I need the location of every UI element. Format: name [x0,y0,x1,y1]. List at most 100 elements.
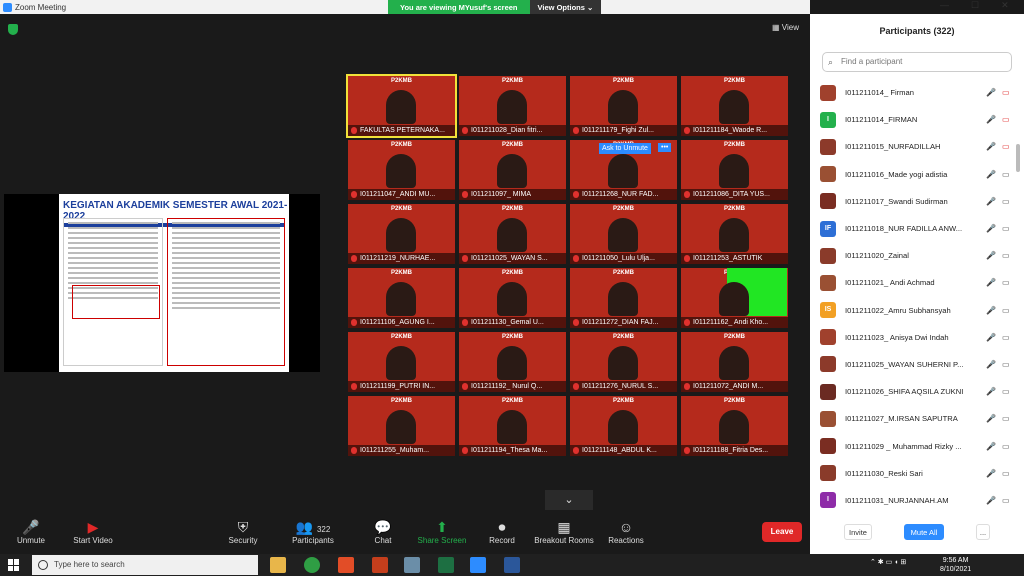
video-tile[interactable]: P2KMB I011211253_ASTUTIK [681,204,788,264]
breakout-rooms-button[interactable]: ▦ Breakout Rooms [532,518,596,545]
mic-muted-icon[interactable]: 🎤 [986,442,996,451]
mic-muted-icon[interactable]: 🎤 [986,224,996,233]
leave-button[interactable]: Leave [762,522,802,542]
view-options-button[interactable]: View Options ⌄ [529,0,602,14]
participant-row[interactable]: I011211021_ Andi Achmad 🎤 ▭ [820,269,1020,296]
mic-muted-icon[interactable]: 🎤 [986,469,996,478]
mic-muted-icon[interactable]: 🎤 [986,333,996,342]
mic-muted-icon[interactable]: 🎤 [986,387,996,396]
participant-row[interactable]: I011211023_ Anisya Dwi Indah 🎤 ▭ [820,324,1020,351]
mic-muted-icon[interactable]: 🎤 [986,142,996,151]
video-tile[interactable]: P2KMB I011211106_AGUNG I... [348,268,455,328]
file-explorer-icon[interactable] [270,557,286,573]
encryption-shield-icon[interactable] [8,24,18,35]
video-tile[interactable]: P2KMB FAKULTAS PETERNAKA... [346,74,457,138]
pdf-app-icon[interactable] [338,557,354,573]
camera-icon[interactable]: ▭ [1002,414,1010,423]
zoom-taskbar-icon[interactable] [470,557,486,573]
tile-more-button[interactable]: ••• [658,143,672,152]
video-tile[interactable]: P2KMB I011211179_Fighi Zul... [570,76,677,136]
video-tile[interactable]: P2KMB I011211047_ANDI MU... [348,140,455,200]
word-icon[interactable] [504,557,520,573]
mute-all-button[interactable]: Mute All [904,524,944,540]
camera-icon[interactable]: ▭ [1002,170,1010,179]
mic-muted-icon[interactable]: 🎤 [986,197,996,206]
video-tile[interactable]: P2KMB I011211097_ MIMA [459,140,566,200]
participant-row[interactable]: I011211016_Made yogi adistia 🎤 ▭ [820,161,1020,188]
windows-start-icon[interactable] [8,559,20,571]
video-tile[interactable]: P2KMB I011211025_WAYAN S... [459,204,566,264]
powerpoint-icon[interactable] [372,557,388,573]
excel-icon[interactable] [438,557,454,573]
record-button[interactable]: ⏺ Record [486,518,518,545]
mic-muted-icon[interactable]: 🎤 [986,170,996,179]
chat-button[interactable]: 💬 Chat [370,518,396,545]
ask-to-unmute-button[interactable]: Ask to Unmute [599,143,651,154]
participant-row[interactable]: I I011211014_FIRMAN 🎤 ▭ [820,106,1020,133]
video-tile[interactable]: P2KMB I011211086_DITA YUS... [681,140,788,200]
camera-icon[interactable]: ▭ [1002,469,1010,478]
mic-muted-icon[interactable]: 🎤 [986,278,996,287]
participant-row[interactable]: I011211014_ Firman 🎤 ▭ [820,79,1020,106]
minimize-button[interactable]: — [940,0,949,14]
more-options-button[interactable]: ... [976,524,990,540]
unmute-button[interactable]: 🎤 Unmute [14,518,48,545]
mic-muted-icon[interactable]: 🎤 [986,306,996,315]
video-tile[interactable]: P2KMB I011211072_ANDI M... [681,332,788,392]
camera-icon[interactable]: ▭ [1002,251,1010,260]
video-tile[interactable]: P2KMB I011211272_DIAN FAJ... [570,268,677,328]
participant-row[interactable]: I011211017_Swandi Sudirman 🎤 ▭ [820,188,1020,215]
video-tile[interactable]: P2KMBAsk to Unmute•••I011211268_NUR FAD.… [570,140,677,200]
participant-row[interactable]: I011211027_M.IRSAN SAPUTRA 🎤 ▭ [820,405,1020,432]
participant-row[interactable]: I011211026_SHIFA AQSILA ZUKNI 🎤 ▭ [820,378,1020,405]
camera-icon[interactable]: ▭ [1002,197,1010,206]
gallery-next-page-button[interactable]: ⌄ [545,490,593,510]
mic-muted-icon[interactable]: 🎤 [986,115,996,124]
share-screen-button[interactable]: ⬆ Share Screen [416,518,468,545]
video-tile[interactable]: P2KMBI011211162_ Andi Kho... [681,268,788,328]
camera-icon[interactable]: ▭ [1002,360,1010,369]
participant-row[interactable]: IS I011211022_Amru Subhansyah 🎤 ▭ [820,297,1020,324]
start-video-button[interactable]: ▶ Start Video [70,518,116,545]
video-tile[interactable]: P2KMB I011211028_Dian fitri... [459,76,566,136]
camera-icon[interactable]: ▭ [1002,496,1010,505]
close-button[interactable]: ✕ [1001,0,1009,14]
maximize-button[interactable]: ☐ [971,0,979,14]
mic-muted-icon[interactable]: 🎤 [986,496,996,505]
photos-icon[interactable] [404,557,420,573]
taskbar-clock[interactable]: 9:56 AM 8/10/2021 [940,556,971,574]
camera-icon[interactable]: ▭ [1002,115,1010,124]
camera-icon[interactable]: ▭ [1002,333,1010,342]
video-tile[interactable]: P2KMB I011211219_NURHAE... [348,204,455,264]
participant-list-scrollbar[interactable] [1016,144,1020,172]
view-layout-button[interactable]: ▦ View [772,23,799,32]
video-tile[interactable]: P2KMB I011211188_Fitria Des... [681,396,788,456]
mic-muted-icon[interactable]: 🎤 [986,251,996,260]
participant-row[interactable]: IF I011211018_NUR FADILLA ANW... 🎤 ▭ [820,215,1020,242]
taskbar-search-input[interactable]: Type here to search [32,555,258,575]
mic-muted-icon[interactable]: 🎤 [986,360,996,369]
invite-button[interactable]: Invite [844,524,872,540]
mic-muted-icon[interactable]: 🎤 [986,414,996,423]
camera-icon[interactable]: ▭ [1002,442,1010,451]
camera-icon[interactable]: ▭ [1002,306,1010,315]
camera-icon[interactable]: ▭ [1002,387,1010,396]
participant-row[interactable]: I011211015_NURFADILLAH 🎤 ▭ [820,133,1020,160]
participant-row[interactable]: I I011211031_NURJANNAH.AM 🎤 ▭ [820,487,1020,514]
video-tile[interactable]: P2KMB I011211199_PUTRI IN... [348,332,455,392]
chrome-icon[interactable] [304,557,320,573]
participants-button[interactable]: 👥 322 Participants [290,518,336,545]
participant-search-input[interactable]: ⌕ Find a participant [822,52,1012,72]
reactions-button[interactable]: ☺ Reactions [606,518,646,545]
camera-icon[interactable]: ▭ [1002,278,1010,287]
camera-icon[interactable]: ▭ [1002,224,1010,233]
video-tile[interactable]: P2KMB I011211192_ Nurul Q... [459,332,566,392]
video-tile[interactable]: P2KMB I011211050_Lulu Ulja... [570,204,677,264]
video-tile[interactable]: P2KMB I011211255_Muham... [348,396,455,456]
video-tile[interactable]: P2KMB I011211184_Waode R... [681,76,788,136]
system-tray[interactable]: ⌃ ✱ ▭ ◖ ⊞ [870,558,906,566]
participant-row[interactable]: I011211020_Zainal 🎤 ▭ [820,242,1020,269]
video-tile[interactable]: P2KMB I011211276_NURUL S... [570,332,677,392]
participant-row[interactable]: I011211025_WAYAN SUHERNI P... 🎤 ▭ [820,351,1020,378]
camera-icon[interactable]: ▭ [1002,142,1010,151]
